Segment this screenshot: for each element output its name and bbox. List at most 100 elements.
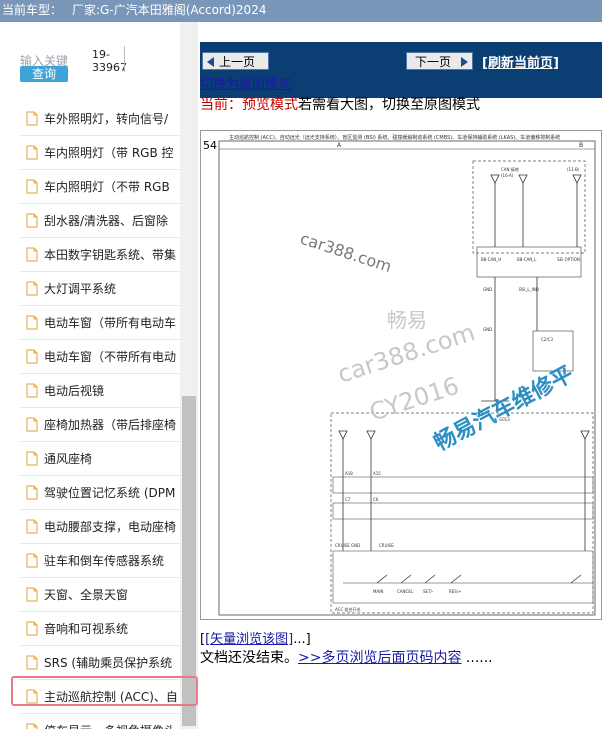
diagram-label: A15 bbox=[373, 471, 381, 476]
diagram-label: SET/- bbox=[423, 589, 434, 594]
diagram-column-b: B bbox=[579, 142, 583, 149]
more-pages-link[interactable]: >>多页浏览后面页码内容 bbox=[298, 650, 461, 666]
selected-item-highlight bbox=[11, 676, 198, 706]
mode-suffix: 若需看大图，切换至原图模式 bbox=[298, 97, 480, 113]
diagram-label: GND bbox=[483, 287, 492, 292]
sidebar-item[interactable]: 刮水器/清洗器、后窗除 bbox=[20, 204, 180, 238]
sidebar-item-label: 天窗、全景天窗 bbox=[44, 588, 129, 602]
vector-view-link[interactable]: [矢量浏览该图] bbox=[205, 632, 293, 647]
mode-prefix: 当前：预览模式 bbox=[200, 97, 298, 113]
diagram-page-number: 54 bbox=[203, 139, 217, 152]
switch-box bbox=[332, 550, 594, 604]
document-icon bbox=[26, 655, 38, 670]
search-code-line1: 19- bbox=[92, 48, 110, 61]
left-panel: 输入关键 查询 19- 33967 车外照明灯，转向信号/车内照明灯（带 RGB… bbox=[0, 22, 198, 729]
connector-row-2 bbox=[332, 502, 594, 520]
sidebar-item-label: 通风座椅 bbox=[44, 452, 93, 466]
sidebar-item[interactable]: 座椅加热器（带后排座椅 bbox=[20, 408, 180, 442]
sidebar-item-label: 电动车窗（带所有电动车 bbox=[44, 316, 177, 330]
ground-triangle-4 bbox=[338, 430, 348, 440]
diagram-label: RES/+ bbox=[449, 589, 462, 594]
document-icon bbox=[26, 281, 38, 296]
switch-main bbox=[376, 574, 388, 584]
next-page-label: 下一页 bbox=[415, 55, 452, 69]
diagram-label: C7 bbox=[345, 497, 351, 502]
document-icon bbox=[26, 213, 38, 228]
switch-set bbox=[424, 574, 436, 584]
search-code: 19- 33967 bbox=[92, 48, 127, 74]
prev-page-button[interactable]: 上一页 bbox=[202, 52, 269, 70]
mode-status: 当前：预览模式若需看大图，切换至原图模式 bbox=[200, 94, 480, 114]
sidebar-item[interactable]: 电动车窗（不带所有电动 bbox=[20, 340, 180, 374]
diagram-label: (11-B) bbox=[567, 167, 580, 172]
ground-triangle-1 bbox=[490, 174, 500, 184]
ground-triangle-6 bbox=[580, 430, 590, 440]
diagram-label: B8-CAN_H bbox=[481, 257, 501, 262]
wiring-diagram-svg: 主动巡航控制 (ACC)、自动远光（远光支持系统）、盲区监测 (BSI) 系统、… bbox=[203, 134, 596, 616]
sidebar-item[interactable]: 天窗、全景天窗 bbox=[20, 578, 180, 612]
sidebar-item-label: 本田数字钥匙系统、带集 bbox=[44, 248, 177, 262]
sidebar-item[interactable]: 驻车和倒车传感器系统 bbox=[20, 544, 180, 578]
diagram-label: BSI_L_IND bbox=[519, 287, 539, 292]
ground-triangle-3 bbox=[572, 174, 582, 184]
upper-connector-box bbox=[476, 246, 582, 278]
refresh-page-link[interactable]: [刷新当前页] bbox=[482, 52, 559, 71]
connector-row-1 bbox=[332, 476, 594, 494]
sidebar-item[interactable]: 本田数字钥匙系统、带集 bbox=[20, 238, 180, 272]
sidebar-item[interactable]: 驾驶位置记忆系统 (DPM bbox=[20, 476, 180, 510]
sidebar-item-label: 座椅加热器（带后排座椅 bbox=[44, 418, 177, 432]
watermark-2: 畅易 bbox=[387, 308, 427, 332]
diagram-label: C6 bbox=[373, 497, 379, 502]
diagram-label: GND bbox=[483, 327, 492, 332]
sidebar-item-label: 停车显示，多视角摄像头 bbox=[44, 723, 176, 729]
sidebar-item[interactable]: 停车显示，多视角摄像头 bbox=[20, 714, 180, 729]
sidebar-item-label: 车内照明灯（不带 RGB bbox=[44, 180, 170, 194]
sidebar-item[interactable]: 车外照明灯，转向信号/ bbox=[20, 102, 180, 136]
document-icon bbox=[26, 485, 38, 500]
switch-original-mode-link[interactable]: 切换为原图模式 bbox=[200, 78, 291, 92]
diagram-label: B8-CAN_L bbox=[517, 257, 537, 262]
next-page-button[interactable]: 下一页 bbox=[406, 52, 473, 70]
sidebar-item-label: 刮水器/清洗器、后窗除 bbox=[44, 214, 169, 228]
sidebar-item[interactable]: SRS (辅助乘员保护系统 bbox=[20, 646, 180, 680]
doc-not-end-text: 文档还没结束。 bbox=[200, 650, 298, 666]
manufacturer-text: 厂家:G-广汽本田雅阁(Accord)2024 bbox=[72, 3, 267, 17]
document-icon bbox=[26, 315, 38, 330]
search-code-line2: 33967 bbox=[92, 61, 127, 74]
ground-triangle-5 bbox=[366, 430, 376, 440]
switch-extra bbox=[570, 574, 582, 584]
sidebar-item[interactable]: 车内照明灯（带 RGB 控 bbox=[20, 136, 180, 170]
sidebar-item[interactable]: 电动车窗（带所有电动车 bbox=[20, 306, 180, 340]
sidebar-item[interactable]: 音响和可视系统 bbox=[20, 612, 180, 646]
sidebar-item[interactable]: 车内照明灯（不带 RGB bbox=[20, 170, 180, 204]
watermark-4: CY2016 bbox=[366, 372, 462, 427]
sidebar-item-label: 音响和可视系统 bbox=[44, 622, 129, 636]
arrow-left-icon bbox=[207, 57, 214, 67]
ground-triangle-2 bbox=[518, 174, 528, 184]
document-icon bbox=[26, 247, 38, 262]
sidebar-item[interactable]: 通风座椅 bbox=[20, 442, 180, 476]
sidebar-item[interactable]: 电动后视镜 bbox=[20, 374, 180, 408]
sidebar-item-label: 大灯调平系统 bbox=[44, 282, 117, 296]
document-icon bbox=[26, 383, 38, 398]
arrow-right-icon bbox=[461, 57, 468, 67]
search-area: 输入关键 查询 19- 33967 bbox=[0, 22, 180, 92]
vector-view-line: [[矢量浏览该图]...] bbox=[200, 632, 311, 647]
diagram-label: CANCEL bbox=[397, 589, 414, 594]
diagram-label: A18 bbox=[345, 471, 353, 476]
wiring-diagram[interactable]: 主动巡航控制 (ACC)、自动远光（远光支持系统）、盲区监测 (BSI) 系统、… bbox=[200, 130, 602, 620]
sidebar-item[interactable]: 电动腰部支撑，电动座椅 bbox=[20, 510, 180, 544]
diagram-label: CAN 接地 bbox=[501, 166, 519, 172]
search-button[interactable]: 查询 bbox=[20, 66, 68, 82]
prev-page-label: 上一页 bbox=[219, 55, 256, 69]
switch-cancel bbox=[400, 574, 412, 584]
document-icon bbox=[26, 111, 38, 126]
document-icon bbox=[26, 553, 38, 568]
document-icon bbox=[26, 587, 38, 602]
sidebar-item-label: SRS (辅助乘员保护系统 bbox=[44, 656, 173, 670]
sidebar-scrollbar[interactable] bbox=[180, 22, 198, 729]
sidebar-item[interactable]: 大灯调平系统 bbox=[20, 272, 180, 306]
right-panel: 上一页 下一页 [刷新当前页] 切换为原图模式 当前：预览模式若需看大图，切换至… bbox=[198, 22, 602, 729]
diagram-label: CRUISE bbox=[379, 543, 394, 548]
document-icon bbox=[26, 723, 38, 729]
